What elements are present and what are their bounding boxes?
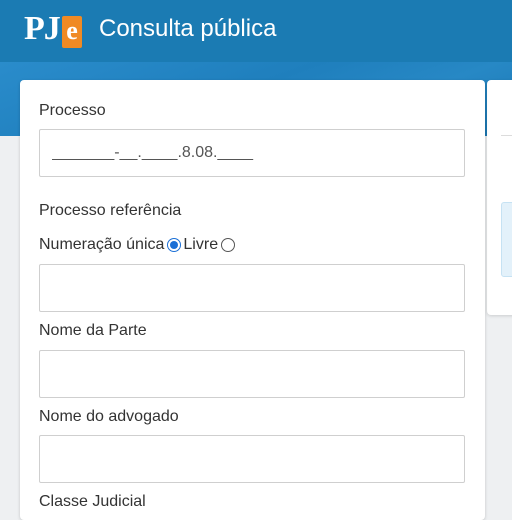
processo-field-box <box>39 129 465 177</box>
side-panel <box>487 80 512 315</box>
logo-pj-text: PJ <box>24 10 61 47</box>
page-title: Consulta pública <box>99 15 277 42</box>
side-panel-divider <box>501 135 512 136</box>
nome-parte-field-box <box>39 350 465 398</box>
classe-judicial-label: Classe Judicial <box>39 493 146 510</box>
nome-advogado-label: Nome do advogado <box>39 408 179 425</box>
nome-advogado-field-box <box>39 435 465 483</box>
pje-logo[interactable]: PJ e <box>24 10 82 48</box>
processo-input[interactable] <box>40 130 464 176</box>
nome-advogado-input[interactable] <box>40 436 464 482</box>
search-form-card: Processo Processo referência Numeração ú… <box>20 80 485 520</box>
side-panel-info-box <box>501 202 512 277</box>
numeracao-unica-radio[interactable] <box>167 238 182 252</box>
processo-referencia-input[interactable] <box>40 265 464 311</box>
nome-parte-label: Nome da Parte <box>39 322 147 339</box>
top-header-bar: PJ e Consulta pública <box>0 0 512 62</box>
logo-e-badge: e <box>62 16 82 48</box>
numeracao-unica-label: Numeração única <box>39 236 165 253</box>
processo-referencia-field-box <box>39 264 465 312</box>
livre-label: Livre <box>183 236 219 253</box>
nome-parte-input[interactable] <box>40 351 464 397</box>
numeracao-radio-group: Numeração única Livre <box>39 235 237 255</box>
processo-referencia-label: Processo referência <box>39 202 182 219</box>
processo-label: Processo <box>39 102 106 119</box>
livre-radio[interactable] <box>221 238 236 252</box>
